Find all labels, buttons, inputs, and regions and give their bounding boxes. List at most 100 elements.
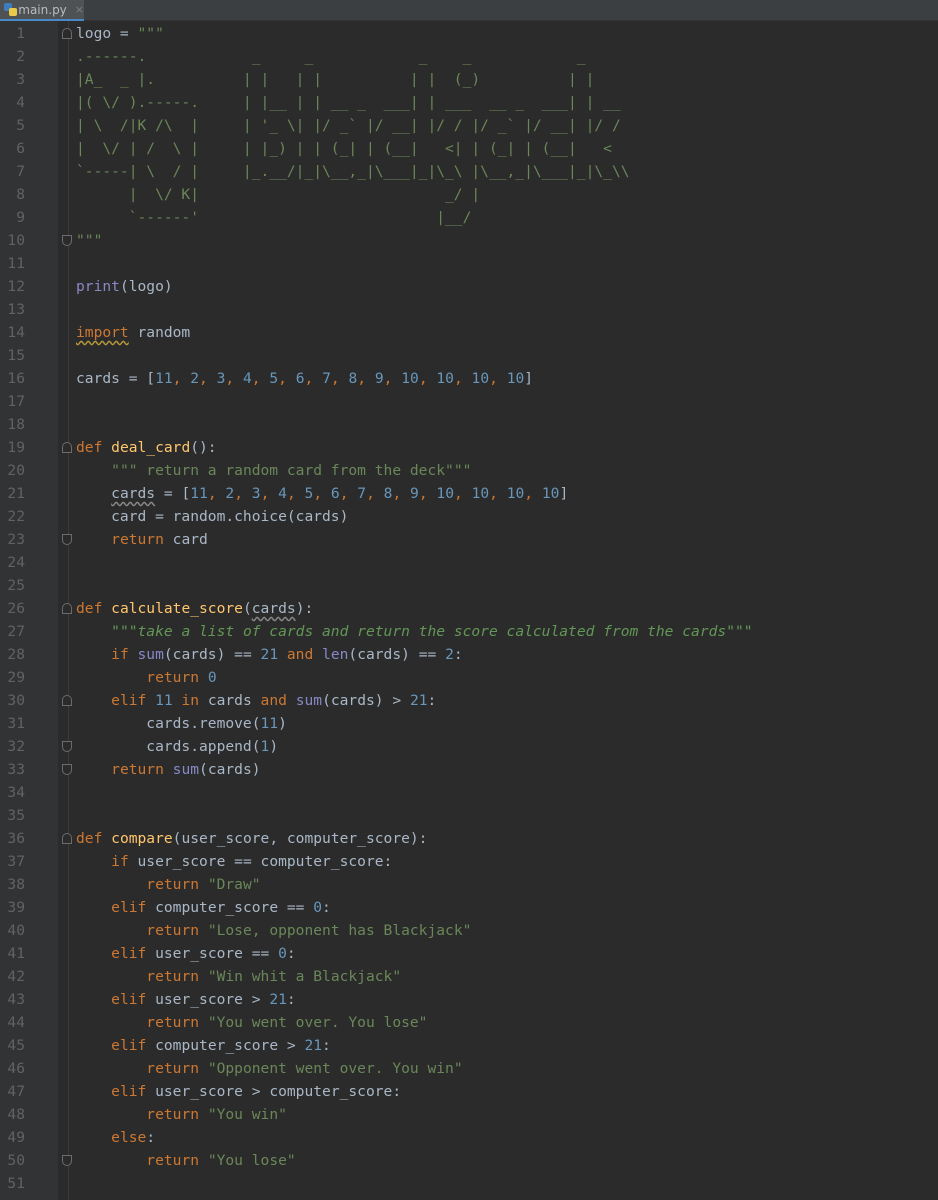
code-token: 2 <box>225 485 235 502</box>
code-line[interactable]: 15 <box>0 344 938 367</box>
code-line[interactable]: 44 return "You went over. You lose" <box>0 1011 938 1034</box>
code-token: and <box>278 646 323 663</box>
code-line[interactable]: 43 elif user_score > 21: <box>0 988 938 1011</box>
code-token: print <box>76 278 120 295</box>
code-line[interactable]: 28 if sum(cards) == 21 and len(cards) ==… <box>0 643 938 666</box>
code-line[interactable]: 26 def calculate_score(cards): <box>0 597 938 620</box>
code-text: """ return a random card from the deck""… <box>76 459 471 482</box>
code-editor[interactable]: 1 logo = """ 2 .------. _ _ _ _ _ 3 |A_ _ |. … <box>0 21 938 1200</box>
code-line[interactable]: 51 <box>0 1172 938 1195</box>
code-token: ): <box>295 600 314 617</box>
code-token: import <box>76 324 129 341</box>
line-number: 13 <box>7 301 25 318</box>
code-line[interactable]: 37 if user_score == computer_score: <box>0 850 938 873</box>
code-token: 3 <box>251 485 261 502</box>
fold-marker-icon[interactable] <box>62 695 72 706</box>
code-line[interactable]: 24 <box>0 551 938 574</box>
code-line[interactable]: 50 return "You lose" <box>0 1149 938 1172</box>
fold-marker-icon[interactable] <box>62 28 72 39</box>
code-text: logo = """ <box>76 22 164 45</box>
fold-marker-icon[interactable] <box>62 764 72 775</box>
code-line[interactable]: 40 return "Lose, opponent has Blackjack" <box>0 919 938 942</box>
code-line[interactable]: 34 <box>0 781 938 804</box>
code-token: 8 <box>348 370 358 387</box>
code-line[interactable]: 29 return 0 <box>0 666 938 689</box>
code-line[interactable]: 10 """ <box>0 229 938 252</box>
code-line[interactable]: 20 """ return a random card from the dec… <box>0 459 938 482</box>
line-number: 49 <box>7 1129 25 1146</box>
code-line[interactable]: 48 return "You win" <box>0 1103 938 1126</box>
code-line[interactable]: 2 .------. _ _ _ _ _ <box>0 45 938 68</box>
code-token: user_score == computer_score: <box>128 853 393 870</box>
code-line[interactable]: 17 <box>0 390 938 413</box>
code-token: (cards) == <box>163 646 261 663</box>
code-line[interactable]: 45 elif computer_score > 21: <box>0 1034 938 1057</box>
code-token: user_score == <box>146 945 279 962</box>
code-token: `-----| \ / | |_.__/|_|\__,_|\___|_|\_\ … <box>76 163 630 180</box>
code-line[interactable]: 21 cards = [11, 2, 3, 4, 5, 6, 7, 8, 9, … <box>0 482 938 505</box>
fold-marker-icon[interactable] <box>62 1155 72 1166</box>
code-text: cards = [11, 2, 3, 4, 5, 6, 7, 8, 9, 10,… <box>76 482 568 505</box>
code-token: 21 <box>304 1037 323 1054</box>
code-line[interactable]: 22 card = random.choice(cards) <box>0 505 938 528</box>
line-number: 38 <box>7 876 25 893</box>
code-line[interactable]: 36 def compare(user_score, computer_score… <box>0 827 938 850</box>
code-line[interactable]: 31 cards.remove(11) <box>0 712 938 735</box>
code-line[interactable]: 39 elif computer_score == 0: <box>0 896 938 919</box>
fold-marker-icon[interactable] <box>62 442 72 453</box>
code-line[interactable]: 19 def deal_card(): <box>0 436 938 459</box>
code-line[interactable]: 42 return "Win whit a Blackjack" <box>0 965 938 988</box>
line-number: 28 <box>7 646 25 663</box>
line-number: 6 <box>16 140 25 157</box>
line-number: 48 <box>7 1106 25 1123</box>
code-line[interactable]: 47 elif user_score > computer_score: <box>0 1080 938 1103</box>
code-line[interactable]: 13 <box>0 298 938 321</box>
code-text: elif computer_score == 0: <box>76 896 331 919</box>
code-line[interactable]: 27 """take a list of cards and return th… <box>0 620 938 643</box>
code-line[interactable]: 38 return "Draw" <box>0 873 938 896</box>
fold-marker-icon[interactable] <box>62 603 72 614</box>
code-line[interactable]: 23 return card <box>0 528 938 551</box>
code-token: return <box>146 1060 208 1077</box>
close-icon[interactable]: × <box>75 3 84 16</box>
code-line[interactable]: 5 | \ /|K /\ | | '_ \| |/ _` |/ __| |/ / … <box>0 114 938 137</box>
code-line[interactable]: 41 elif user_score == 0: <box>0 942 938 965</box>
code-token: sum <box>295 692 323 709</box>
code-token: return <box>146 922 208 939</box>
code-line[interactable]: 25 <box>0 574 938 597</box>
code-line[interactable]: 8 | \/ K| _/ | <box>0 183 938 206</box>
fold-marker-icon[interactable] <box>62 741 72 752</box>
line-number: 46 <box>7 1060 25 1077</box>
code-token: logo = <box>76 25 138 42</box>
code-line[interactable]: 35 <box>0 804 938 827</box>
code-line[interactable]: 33 return sum(cards) <box>0 758 938 781</box>
code-line[interactable]: 14 import random <box>0 321 938 344</box>
fold-marker-icon[interactable] <box>62 534 72 545</box>
tab-main-py[interactable]: main.py × <box>0 0 84 21</box>
code-line[interactable]: 16 cards = [11, 2, 3, 4, 5, 6, 7, 8, 9, 1… <box>0 367 938 390</box>
code-token: , <box>392 485 411 502</box>
code-token: return <box>111 531 164 548</box>
code-token: , <box>383 370 402 387</box>
code-line[interactable]: 49 else: <box>0 1126 938 1149</box>
code-line[interactable]: 30 elif 11 in cards and sum(cards) > 21: <box>0 689 938 712</box>
code-line[interactable]: 11 <box>0 252 938 275</box>
fold-marker-icon[interactable] <box>62 833 72 844</box>
code-text: cards.remove(11) <box>76 712 287 735</box>
code-line[interactable]: 6 | \/ | / \ | | |_) | | (_| | (__| <| | … <box>0 137 938 160</box>
code-line[interactable]: 46 return "Opponent went over. You win" <box>0 1057 938 1080</box>
fold-marker-icon[interactable] <box>62 235 72 246</box>
code-line[interactable]: 9 `------' |__/ <box>0 206 938 229</box>
code-line[interactable]: 32 cards.append(1) <box>0 735 938 758</box>
code-line[interactable]: 1 logo = """ <box>0 22 938 45</box>
code-token: 10 <box>436 370 454 387</box>
code-line[interactable]: 7 `-----| \ / | |_.__/|_|\__,_|\___|_|\_\… <box>0 160 938 183</box>
code-line[interactable]: 3 |A_ _ |. | | | | | | (_) | | <box>0 68 938 91</box>
code-text: elif user_score > computer_score: <box>76 1080 401 1103</box>
code-line[interactable]: 12 print(logo) <box>0 275 938 298</box>
code-token: .------. _ _ _ _ _ <box>76 48 586 65</box>
code-line[interactable]: 18 <box>0 413 938 436</box>
line-number: 11 <box>7 255 25 272</box>
code-line[interactable]: 4 |( \/ ).-----. | |__ | | __ _ ___| | __… <box>0 91 938 114</box>
